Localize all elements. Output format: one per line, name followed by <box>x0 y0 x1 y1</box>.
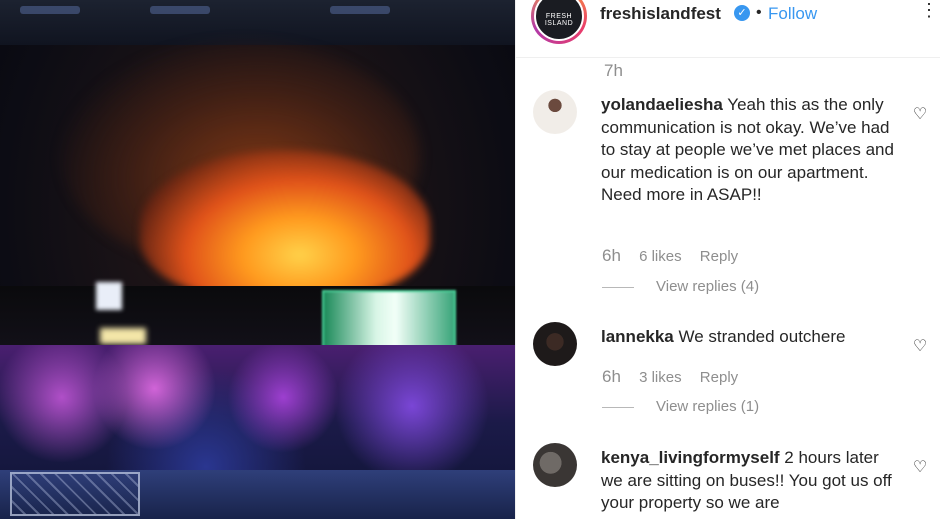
comment-body: yolandaeliesha Yeah this as the only com… <box>601 94 901 207</box>
comment-text: We stranded outchere <box>673 327 846 346</box>
comment-time: 6h <box>602 367 621 386</box>
commenter-avatar[interactable] <box>533 322 577 366</box>
comment-body: kenya_livingformyself 2 hours later we a… <box>601 447 901 515</box>
view-replies-label: View replies (4) <box>656 278 760 295</box>
account-logo: FRESH ISLAND <box>534 0 584 41</box>
comment-likes[interactable]: 3 likes <box>639 369 682 386</box>
commenter-avatar[interactable] <box>533 90 577 134</box>
comment-meta: 6h 3 likes Reply <box>602 367 752 387</box>
replies-divider <box>602 406 634 408</box>
fire-glow <box>140 150 430 300</box>
post-media[interactable] <box>0 0 515 519</box>
verified-badge-icon: ✓ <box>734 5 750 21</box>
comments-panel: FRESH ISLAND freshislandfest ✓ • Follow … <box>515 0 940 519</box>
account-name[interactable]: freshislandfest <box>600 4 721 24</box>
comment-body: lannekka We stranded outchere <box>601 326 901 349</box>
heart-outline-icon[interactable]: ♡ <box>911 459 929 477</box>
account-avatar[interactable]: FRESH ISLAND <box>531 0 587 44</box>
stage-light <box>330 6 390 14</box>
spotlight <box>96 282 122 310</box>
comment-username[interactable]: lannekka <box>601 327 674 346</box>
heart-outline-icon[interactable]: ♡ <box>911 106 929 124</box>
stage-light <box>20 6 80 14</box>
view-replies-button[interactable]: View replies (1) <box>602 398 759 415</box>
stage-light <box>150 6 210 14</box>
heart-outline-icon[interactable]: ♡ <box>911 338 929 356</box>
comment-username[interactable]: yolandaeliesha <box>601 95 723 114</box>
commenter-avatar[interactable] <box>533 443 577 487</box>
post-time: 7h <box>604 61 623 80</box>
reply-button[interactable]: Reply <box>700 369 738 386</box>
follow-button[interactable]: Follow <box>768 4 817 24</box>
comment-time: 6h <box>602 246 621 265</box>
view-replies-label: View replies (1) <box>656 398 760 415</box>
comment-likes[interactable]: 6 likes <box>639 248 682 265</box>
comment-meta: 6h 6 likes Reply <box>602 246 752 266</box>
reply-button[interactable]: Reply <box>700 248 738 265</box>
spotlight <box>100 328 146 344</box>
more-options-icon[interactable]: ⋮ <box>920 0 938 21</box>
replies-divider <box>602 286 634 288</box>
view-replies-button[interactable]: View replies (4) <box>602 278 759 295</box>
separator-dot: • <box>756 4 762 21</box>
comment-username[interactable]: kenya_livingformyself <box>601 448 780 467</box>
stage-truss <box>10 472 140 516</box>
post-header: FRESH ISLAND freshislandfest ✓ • Follow … <box>516 0 940 58</box>
